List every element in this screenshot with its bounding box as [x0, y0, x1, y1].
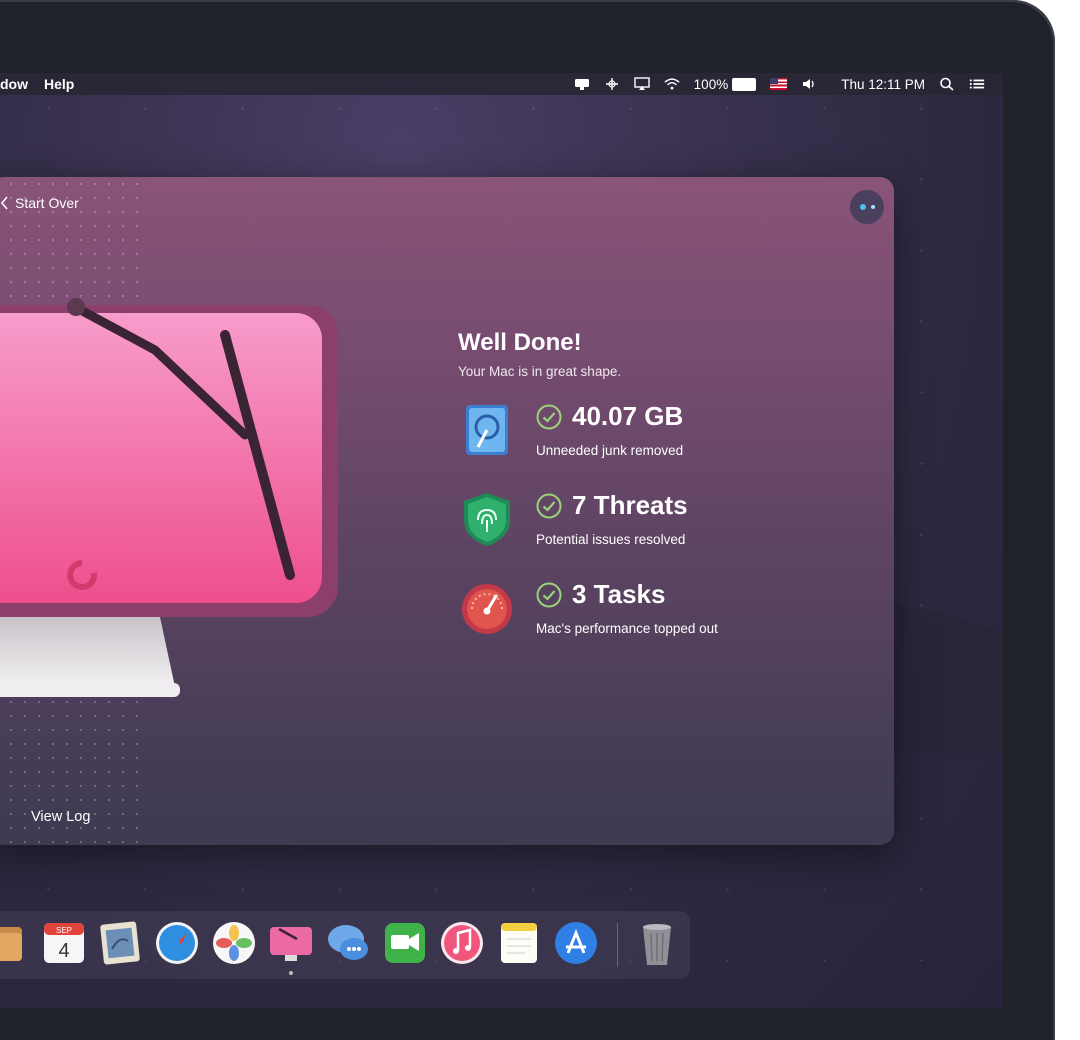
app-store-icon[interactable]	[552, 919, 600, 967]
notification-center-icon[interactable]	[969, 77, 985, 91]
stat-label: Potential issues resolved	[536, 532, 686, 547]
stat-cleanup: 40.07 GB Unneeded junk removed	[460, 401, 780, 471]
calendar-day: 4	[58, 940, 69, 962]
volume-icon[interactable]	[801, 77, 817, 91]
facetime-icon[interactable]	[381, 919, 429, 967]
trash-icon[interactable]	[633, 919, 681, 967]
menu-clock[interactable]: Thu 12:11 PM	[841, 77, 925, 92]
wifi-icon[interactable]	[664, 77, 680, 91]
desktop-screen: dow Help 100% Thu 12:11 PM Start Over We…	[0, 73, 1003, 1008]
calendar-icon[interactable]: SEP 4	[40, 919, 88, 967]
stat-label: Unneeded junk removed	[536, 443, 684, 458]
messages-icon[interactable]	[324, 919, 372, 967]
notes-icon[interactable]	[495, 919, 543, 967]
photos-icon[interactable]	[210, 919, 258, 967]
dock: SEP 4	[0, 911, 690, 979]
summary-subtitle: Your Mac is in great shape.	[458, 364, 622, 379]
check-circle-icon	[536, 404, 562, 430]
cleanmymac-icon[interactable]	[267, 919, 315, 967]
stat-threats: 7 Threats Potential issues resolved	[460, 490, 780, 560]
summary-title: Well Done!	[458, 329, 582, 356]
check-circle-icon	[536, 582, 562, 608]
start-over-label: Start Over	[15, 195, 79, 211]
airplay-icon[interactable]	[633, 77, 650, 91]
spotlight-search-icon[interactable]	[939, 77, 955, 91]
dock-separator	[617, 923, 618, 967]
assistant-button[interactable]	[850, 190, 884, 224]
start-over-button[interactable]: Start Over	[0, 195, 79, 211]
menu-item-window[interactable]: dow	[0, 76, 28, 92]
music-icon[interactable]	[438, 919, 486, 967]
input-source-flag-icon[interactable]	[770, 78, 788, 90]
move-icon[interactable]	[604, 77, 620, 91]
calendar-month: SEP	[56, 926, 72, 935]
battery-percent: 100%	[693, 76, 729, 92]
stat-value: 40.07 GB	[572, 401, 684, 431]
cleanmymac-menu-icon[interactable]	[574, 77, 590, 91]
monitor-illustration	[0, 298, 338, 697]
stat-label: Mac's performance topped out	[536, 621, 718, 636]
battery-status[interactable]: 100%	[694, 77, 757, 92]
cleanmymac-window: Start Over Well Done! Your Mac is in gre…	[0, 177, 894, 845]
battery-icon	[732, 77, 757, 91]
chevron-left-icon	[1, 196, 8, 210]
view-log-button[interactable]: View Log	[31, 809, 90, 825]
disk-cleanup-icon	[466, 405, 508, 455]
check-circle-icon	[536, 493, 562, 519]
stat-value: 3 Tasks	[572, 579, 666, 609]
mail-icon[interactable]	[96, 919, 144, 967]
stat-value: 7 Threats	[572, 490, 688, 520]
menu-bar: dow Help 100% Thu 12:11 PM	[0, 73, 1003, 95]
assistant-dot-icon	[859, 204, 866, 210]
running-indicator	[289, 971, 293, 975]
folder-icon[interactable]	[0, 919, 26, 967]
speedometer-icon	[462, 584, 512, 634]
fingerprint-shield-icon	[464, 493, 510, 546]
stat-tasks: 3 Tasks Mac's performance topped out	[460, 579, 780, 649]
safari-icon[interactable]	[153, 919, 201, 967]
menu-item-help[interactable]: Help	[44, 76, 74, 92]
